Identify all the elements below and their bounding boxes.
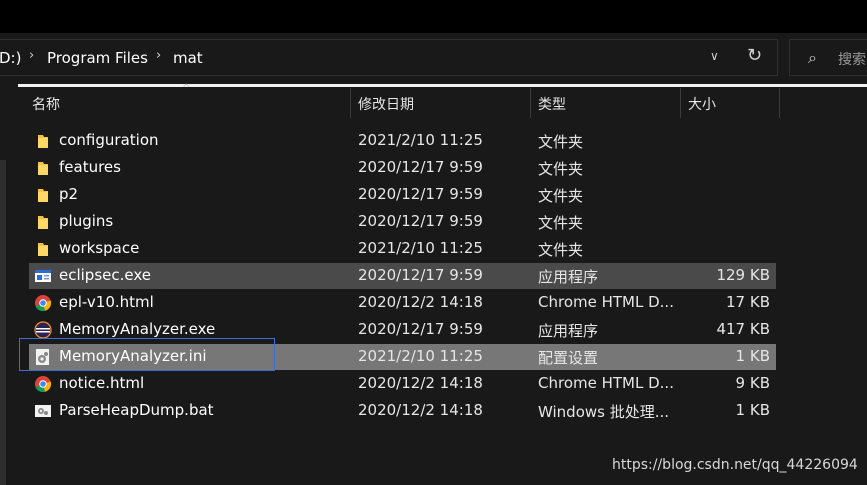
column-resize-handle[interactable] — [530, 88, 531, 118]
file-name: MemoryAnalyzer.exe — [59, 320, 216, 338]
file-row[interactable]: features 2020/12/17 9:59 文件夹 — [29, 155, 776, 181]
file-name: notice.html — [59, 374, 145, 392]
file-type: 文件夹 — [538, 133, 584, 151]
batch-file-icon — [34, 402, 52, 420]
folder-icon — [34, 186, 52, 204]
file-type: Windows 批处理... — [538, 403, 670, 421]
file-row[interactable]: workspace 2021/2/10 11:25 文件夹 — [29, 236, 776, 262]
file-size: 129 KB — [716, 266, 770, 284]
scrollbar[interactable] — [0, 160, 6, 485]
file-date: 2020/12/2 14:18 — [358, 401, 483, 419]
column-header-type[interactable]: 类型 — [538, 94, 566, 114]
file-date: 2020/12/17 9:59 — [358, 320, 483, 338]
file-date: 2020/12/2 14:18 — [358, 374, 483, 392]
file-row[interactable]: epl-v10.html 2020/12/2 14:18 Chrome HTML… — [29, 290, 776, 316]
file-type: 配置设置 — [538, 349, 599, 367]
file-size: 1 KB — [735, 401, 770, 419]
file-type: Chrome HTML D... — [538, 374, 674, 392]
column-header-size[interactable]: 大小 — [688, 94, 716, 114]
search-icon: ⌕ — [808, 48, 817, 67]
search-box[interactable]: ⌕ 搜索 — [789, 39, 867, 76]
file-name: configuration — [59, 131, 159, 149]
file-date: 2020/12/17 9:59 — [358, 212, 483, 230]
file-type: Chrome HTML D... — [538, 293, 674, 311]
eclipse-icon — [34, 321, 52, 339]
address-history-dropdown-icon[interactable]: ∨ — [710, 49, 719, 63]
file-type: 应用程序 — [538, 268, 599, 286]
file-name: plugins — [59, 212, 114, 230]
file-name: eclipsec.exe — [59, 266, 151, 284]
file-size: 17 KB — [726, 293, 770, 311]
file-type: 文件夹 — [538, 241, 584, 259]
file-type: 应用程序 — [538, 322, 599, 340]
breadcrumb-separator-icon[interactable]: › — [156, 48, 161, 63]
file-date: 2020/12/17 9:59 — [358, 158, 483, 176]
file-name: workspace — [59, 239, 140, 257]
file-row[interactable]: p2 2020/12/17 9:59 文件夹 — [29, 182, 776, 208]
breadcrumb-program-files[interactable]: Program Files — [47, 49, 148, 67]
file-row[interactable]: eclipsec.exe 2020/12/17 9:59 应用程序 129 KB — [29, 263, 776, 289]
file-date: 2021/2/10 11:25 — [358, 239, 483, 257]
file-type: 文件夹 — [538, 160, 584, 178]
search-input[interactable]: 搜索 — [838, 49, 866, 69]
chrome-icon — [34, 375, 52, 393]
file-date: 2021/2/10 11:25 — [358, 347, 483, 365]
column-header-name-label[interactable]: 名称 — [32, 94, 60, 114]
file-date: 2020/12/2 14:18 — [358, 293, 483, 311]
file-row[interactable]: plugins 2020/12/17 9:59 文件夹 — [29, 209, 776, 235]
column-header-date[interactable]: 修改日期 — [358, 94, 414, 114]
file-name: features — [59, 158, 121, 176]
file-date: 2021/2/10 11:25 — [358, 131, 483, 149]
column-resize-handle[interactable] — [779, 88, 780, 118]
breadcrumb-current-folder[interactable]: mat — [173, 49, 203, 67]
file-date: 2020/12/17 9:59 — [358, 266, 483, 284]
file-size: 1 KB — [735, 347, 770, 365]
chrome-icon — [34, 294, 52, 312]
folder-icon — [34, 159, 52, 177]
sort-ascending-icon: ^ — [182, 83, 191, 94]
column-resize-handle[interactable] — [680, 88, 681, 118]
watermark: https://blog.csdn.net/qq_44226094 — [612, 457, 858, 473]
file-size: 417 KB — [716, 320, 770, 338]
file-row[interactable]: ParseHeapDump.bat 2020/12/2 14:18 Window… — [29, 398, 776, 424]
title-bar — [0, 0, 867, 33]
console-exe-icon — [34, 267, 52, 285]
header-divider — [18, 84, 867, 87]
column-resize-handle[interactable] — [350, 88, 351, 118]
file-name: ParseHeapDump.bat — [59, 401, 214, 419]
file-row[interactable]: notice.html 2020/12/2 14:18 Chrome HTML … — [29, 371, 776, 397]
folder-icon — [34, 213, 52, 231]
file-name: epl-v10.html — [59, 293, 154, 311]
focus-rectangle — [19, 338, 275, 371]
folder-icon — [34, 240, 52, 258]
file-type: 文件夹 — [538, 214, 584, 232]
address-bar[interactable]: D:) › Program Files › mat ∨ ↻ — [0, 39, 778, 76]
file-type: 文件夹 — [538, 187, 584, 205]
folder-icon — [34, 132, 52, 150]
file-row[interactable]: configuration 2021/2/10 11:25 文件夹 — [29, 128, 776, 154]
file-name: p2 — [59, 185, 79, 203]
file-date: 2020/12/17 9:59 — [358, 185, 483, 203]
breadcrumb-drive[interactable]: D:) — [0, 49, 21, 67]
breadcrumb-separator-icon[interactable]: › — [29, 48, 34, 63]
file-size: 9 KB — [735, 374, 770, 392]
refresh-icon[interactable]: ↻ — [747, 45, 762, 66]
